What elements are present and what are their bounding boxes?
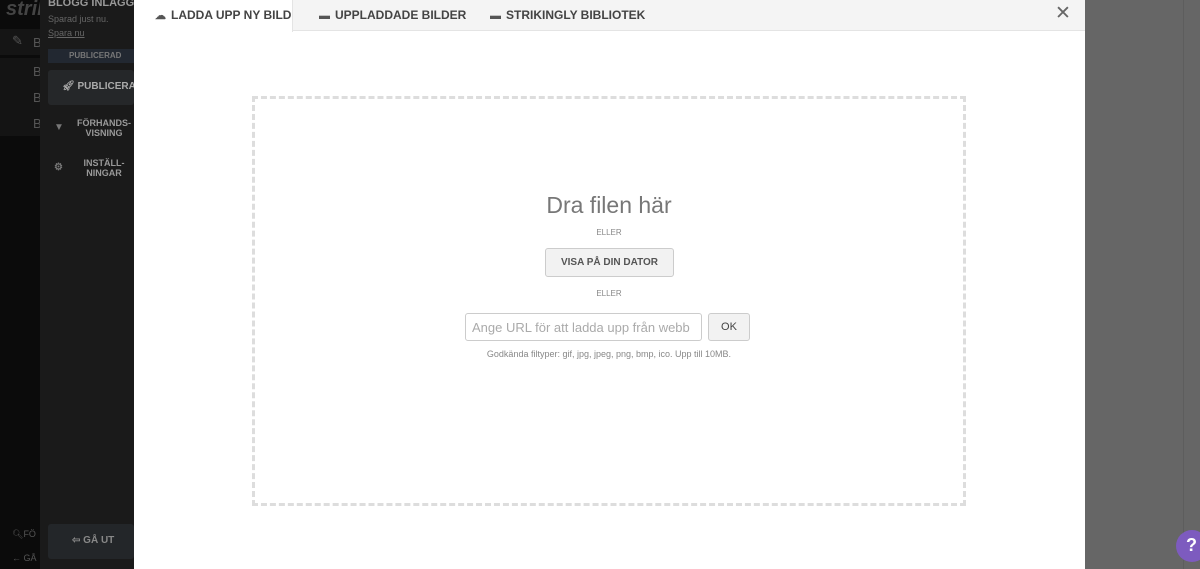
post-sidebar: BLOGG INLÄGG Sparad just nu. Spara nu PU… [40, 0, 136, 569]
sidebar-title: BLOGG INLÄGG [48, 0, 135, 9]
url-input[interactable] [465, 313, 702, 341]
exit-button[interactable]: ⇦ GÅ UT [48, 524, 134, 559]
or-label: ELLER [596, 228, 622, 237]
exit-icon: ⇦ [72, 535, 84, 546]
archive-icon: ▬ [490, 10, 501, 22]
file-types-hint: Godkända filtyper: gif, jpg, jpeg, png, … [486, 349, 732, 359]
or-label: ELLER [596, 289, 622, 298]
help-button[interactable]: ? [1176, 530, 1200, 562]
ok-button[interactable]: OK [708, 313, 750, 341]
settings-button[interactable]: ⚙ INSTÄLL-NINGAR [54, 158, 134, 178]
browse-computer-button[interactable]: VISA PÅ DIN DATOR [545, 248, 674, 277]
gear-icon: ⚙ [54, 162, 63, 173]
drop-zone[interactable]: Dra filen här ELLER VISA PÅ DIN DATOR EL… [252, 96, 966, 506]
nav-item[interactable]: B [0, 110, 40, 136]
overlay [1085, 0, 1200, 569]
nav-item[interactable]: B [0, 58, 40, 84]
quill-icon: ✎ [12, 33, 23, 48]
preview-button[interactable]: ▼ FÖRHANDS-VISNING [54, 118, 134, 138]
app-nav: strik ✎B B B B 🔍︎FÖ ← GÅ [0, 0, 40, 569]
tab-upload-new[interactable]: ☁ LADDA UPP NY BILD [134, 0, 293, 32]
tab-strikingly-library[interactable]: ▬ STRIKINGLY BIBLIOTEK [490, 0, 645, 31]
search-nav[interactable]: 🔍︎FÖ [12, 529, 36, 540]
publish-button[interactable]: 🚀︎ PUBLICERA [48, 70, 136, 105]
cloud-upload-icon: ☁ [155, 10, 166, 22]
save-status: Sparad just nu. [48, 14, 109, 24]
folder-icon: ▬ [319, 10, 330, 22]
rocket-icon: 🚀︎ [62, 81, 78, 92]
image-upload-modal: ☁ LADDA UPP NY BILD ▬ UPPLADDADE BILDER ▬ S… [134, 0, 1085, 569]
tab-uploaded-images[interactable]: ▬ UPPLADDADE BILDER [319, 0, 466, 31]
close-icon[interactable]: ✕ [1055, 2, 1071, 25]
monitor-icon: ▼ [54, 122, 64, 133]
back-nav[interactable]: ← GÅ [12, 553, 37, 563]
tab-bar: ☁ LADDA UPP NY BILD ▬ UPPLADDADE BILDER ▬ S… [134, 0, 1085, 32]
drop-title: Dra filen här [546, 192, 672, 218]
status-badge: PUBLICERAD [48, 49, 134, 63]
save-link[interactable]: Spara nu [48, 28, 85, 38]
nav-item[interactable]: ✎ B [0, 29, 40, 55]
logo: strik [6, 0, 40, 20]
nav-item[interactable]: B [0, 84, 40, 110]
